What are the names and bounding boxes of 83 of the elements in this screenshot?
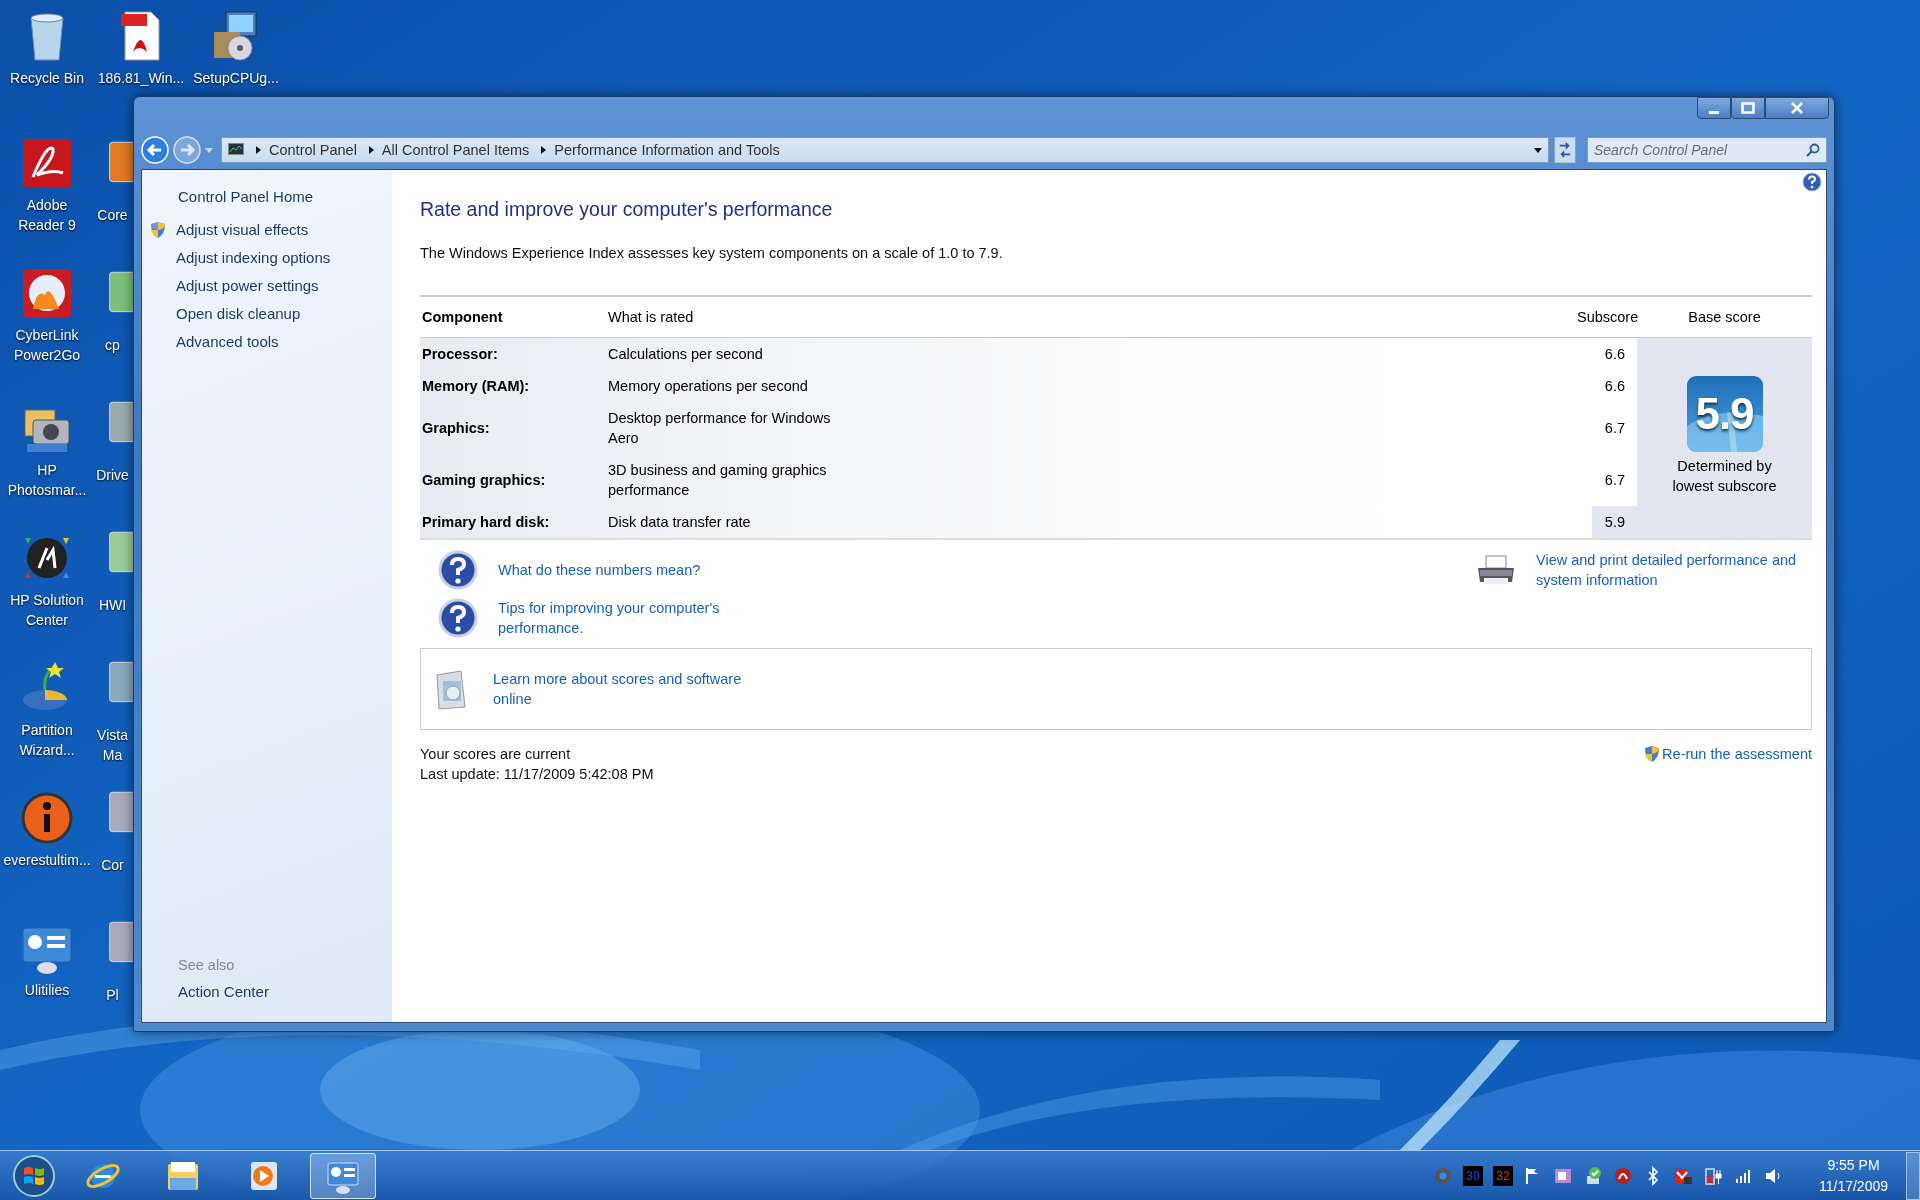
forward-button[interactable] [173, 136, 201, 164]
icon-label: HP Solution Center [9, 591, 85, 630]
chevron-icon[interactable] [256, 146, 261, 154]
icon-label: HWI [97, 596, 128, 615]
icon-label: Vista Ma [96, 726, 129, 765]
breadcrumb[interactable]: All Control Panel Items [381, 142, 530, 158]
sidebar-link[interactable]: Adjust power settings [176, 277, 319, 294]
close-button[interactable] [1765, 97, 1829, 119]
icon-label: Ulitilies [23, 981, 71, 1000]
close-icon [1789, 102, 1805, 114]
icon-label: Partition Wizard... [18, 721, 76, 760]
address-bar[interactable]: Control Panel All Control Panel Items Performance Information and Tools [221, 137, 1549, 163]
icon-label: 186.81_Win... [96, 69, 186, 88]
page-heading: Rate and improve your computer's performance [420, 198, 833, 221]
show-desktop-button[interactable] [1906, 1151, 1920, 1200]
icon-label: HP Photosmar... [6, 461, 88, 500]
temperature-reading[interactable]: 32 [1492, 1165, 1513, 1186]
icon-label: SetupCPUg... [192, 69, 280, 88]
print-link[interactable]: View and print detailed performance and system information [1536, 550, 1808, 590]
icon-label: Cor [100, 856, 125, 875]
column-header: What is rated [608, 309, 695, 325]
sidebar-link[interactable]: Adjust indexing options [176, 249, 331, 266]
printer-icon [1476, 554, 1516, 586]
start-button[interactable] [12, 1153, 56, 1198]
icon-label: Drive [95, 466, 130, 485]
icon-label: CyberLink Power2Go [12, 326, 82, 365]
chevron-icon[interactable] [368, 146, 374, 154]
search-icon [1806, 143, 1820, 157]
breadcrumb[interactable]: Control Panel [269, 142, 357, 158]
minimize-button[interactable] [1697, 97, 1731, 119]
icon-label: Core [96, 206, 129, 225]
table-cell-text: Disk data transfer rate [608, 513, 752, 532]
table-cell-text: Memory (RAM): [421, 377, 531, 396]
table-cell-text: Primary hard disk: [421, 513, 551, 532]
help-link[interactable]: Tips for improving your computer's performance. [498, 598, 748, 638]
help-button[interactable] [1802, 172, 1822, 192]
table-cell: 5.9 [1592, 506, 1637, 538]
clock[interactable]: 9:55 PM 11/17/2009 [1810, 1154, 1896, 1197]
maximize-button[interactable] [1731, 97, 1765, 119]
sidebar-link[interactable]: Advanced tools [176, 333, 279, 350]
refresh-button[interactable] [1553, 137, 1577, 163]
monitor-icon [228, 143, 244, 157]
sidebar-link[interactable]: Action Center [178, 983, 269, 1000]
battery-icon[interactable] [1702, 1165, 1723, 1186]
dropdown-arrow-icon[interactable] [1534, 147, 1542, 153]
chevron-icon[interactable] [541, 146, 547, 154]
table-cell-text: Gaming graphics: [421, 471, 547, 490]
table-cell-text: Calculations per second [608, 345, 764, 364]
help-icon [438, 598, 478, 638]
shield-icon [1644, 745, 1661, 763]
breadcrumb[interactable]: Performance Information and Tools [554, 142, 780, 158]
column-header: Base score [1687, 309, 1762, 325]
status-text: Your scores are current [420, 745, 571, 764]
maximize-icon [1740, 102, 1756, 114]
status-text: Last update: 11/17/2009 5:42:08 PM [420, 765, 654, 784]
column-header: Subscore [1577, 309, 1637, 325]
icon-label: Recycle Bin [9, 69, 85, 88]
rerun-link[interactable]: Re-run the assessment [1662, 744, 1812, 764]
minimize-icon [1709, 110, 1719, 114]
score-badge: 5.9 [1686, 376, 1763, 452]
table-cell-text: Graphics: [421, 419, 491, 438]
info-icon[interactable] [19, 790, 75, 846]
base-score-caption: Determined by lowest subscore [1671, 457, 1778, 496]
table-cell-text: Processor: [421, 345, 499, 364]
section-heading: See also [178, 957, 235, 973]
icon-label: cp [104, 336, 121, 355]
table-cell-text: 3D business and gaming graphics performance [608, 461, 828, 500]
search-field[interactable]: Search Control Panel [1587, 137, 1827, 163]
sidebar-link[interactable]: Open disk cleanup [176, 305, 301, 322]
sidebar-link[interactable]: Adjust visual effects [176, 221, 309, 238]
help-link[interactable]: What do these numbers mean? [498, 560, 748, 580]
taskbar-button[interactable] [310, 1152, 376, 1199]
icon-label: Adobe Reader 9 [17, 196, 77, 235]
icon-label: everestultim... [2, 851, 92, 870]
table-cell-text: Desktop performance for Windows Aero [608, 409, 832, 448]
help-icon [438, 550, 478, 590]
description: The Windows Experience Index assesses key system components on a scale of 1.0 to 7.9. [420, 245, 1003, 261]
column-header: Component [421, 309, 504, 325]
back-button[interactable] [141, 136, 169, 164]
learn-more-link[interactable]: Learn more about scores and software online [493, 669, 763, 709]
icon-label: Pl [105, 986, 120, 1005]
sidebar-link[interactable]: Control Panel Home [178, 188, 314, 205]
table-cell-text: Memory operations per second [608, 377, 809, 396]
